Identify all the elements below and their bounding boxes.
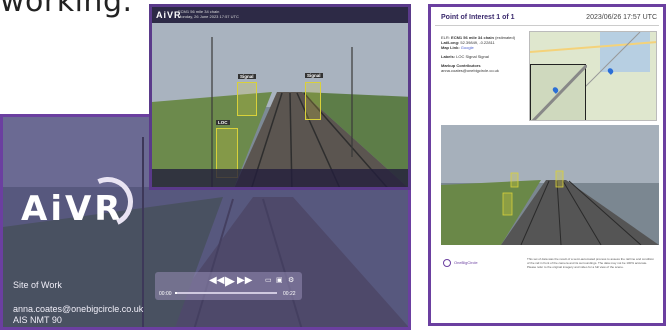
playback-controls: ◀◀ ▶ ▶▶ ▭ ▣ ⚙ 00:00 00:22 bbox=[155, 272, 302, 300]
report-title-prefix: Point of Interest bbox=[441, 14, 495, 21]
markup-value: anna.coates@onebigcircle.co.uk bbox=[441, 68, 499, 73]
header-divider bbox=[435, 25, 659, 26]
location-map[interactable] bbox=[529, 31, 657, 121]
maplink-label: Map Link: bbox=[441, 45, 460, 50]
report-disclaimer: This set of data was the result of a sem… bbox=[527, 257, 654, 269]
map-inset-roads bbox=[531, 63, 589, 120]
map-inset bbox=[530, 63, 589, 120]
report-photo-scene bbox=[441, 125, 659, 245]
elr-note: (estimated) bbox=[495, 35, 516, 40]
point-of-interest-report: Point of Interest 1 of 1 2023/06/26 17:5… bbox=[428, 4, 666, 326]
site-of-work-label: Site of Work bbox=[13, 280, 62, 290]
report-title-index: 1 of 1 bbox=[496, 14, 515, 21]
fast-forward-icon[interactable]: ▶▶ bbox=[237, 275, 252, 286]
time-start: 00:00 bbox=[159, 291, 172, 297]
detection-box-signal-1[interactable] bbox=[237, 82, 257, 116]
maplink-line: Map Link: Google bbox=[441, 45, 474, 50]
detection-label-signal-2: Signal bbox=[305, 73, 323, 78]
user-email: anna.coates@onebigcircle.co.uk bbox=[13, 304, 144, 314]
play-icon[interactable]: ▶ bbox=[225, 273, 235, 289]
labels-label: Labels: bbox=[441, 54, 456, 59]
frame-title-line2: Monday, 26 June 2023 17:57 UTC bbox=[178, 14, 239, 19]
report-date: 2023/06/26 17:57 UTC bbox=[586, 14, 657, 21]
progress-fill bbox=[175, 292, 178, 294]
asset-name: AIS NMT 90 bbox=[13, 315, 62, 325]
footer-company-name: OneBigCircle bbox=[454, 260, 478, 265]
report-photo bbox=[441, 125, 659, 245]
frame-top-bar: AiVR ECM1 56 mile 34 chain Monday, 26 Ju… bbox=[152, 7, 408, 23]
screenshot-stage: working. AiVR ◀◀ ▶ ▶▶ ▭ ▣ ⚙ 00:00 00:22 bbox=[0, 0, 671, 330]
rewind-icon[interactable]: ◀◀ bbox=[209, 275, 224, 286]
screen-icon[interactable]: ▭ bbox=[265, 276, 272, 284]
detection-label-loc: LOC bbox=[216, 120, 230, 125]
time-end: 00:22 bbox=[283, 291, 296, 297]
report-header: Point of Interest 1 of 1 2023/06/26 17:5… bbox=[431, 7, 663, 25]
frame-bottom-bar bbox=[152, 169, 408, 187]
labels-value: LOC Signal Signal bbox=[456, 54, 489, 59]
frame-scene bbox=[152, 7, 408, 187]
labels-line: Labels: LOC Signal Signal bbox=[441, 54, 489, 59]
page-heading: working. bbox=[0, 0, 133, 19]
camera-icon[interactable]: ▣ bbox=[276, 276, 283, 284]
detection-label-signal-1: Signal bbox=[238, 74, 256, 79]
progress-bar[interactable] bbox=[175, 292, 277, 294]
report-title: Point of Interest 1 of 1 bbox=[441, 14, 515, 21]
maplink-link[interactable]: Google bbox=[461, 45, 474, 50]
video-frame[interactable]: AiVR ECM1 56 mile 34 chain Monday, 26 Ju… bbox=[149, 4, 411, 190]
frame-title: ECM1 56 mile 34 chain Monday, 26 June 20… bbox=[178, 9, 239, 19]
settings-icon[interactable]: ⚙ bbox=[288, 276, 294, 284]
detection-box-signal-2[interactable] bbox=[305, 82, 321, 120]
onebigcircle-logo-icon bbox=[443, 259, 451, 267]
